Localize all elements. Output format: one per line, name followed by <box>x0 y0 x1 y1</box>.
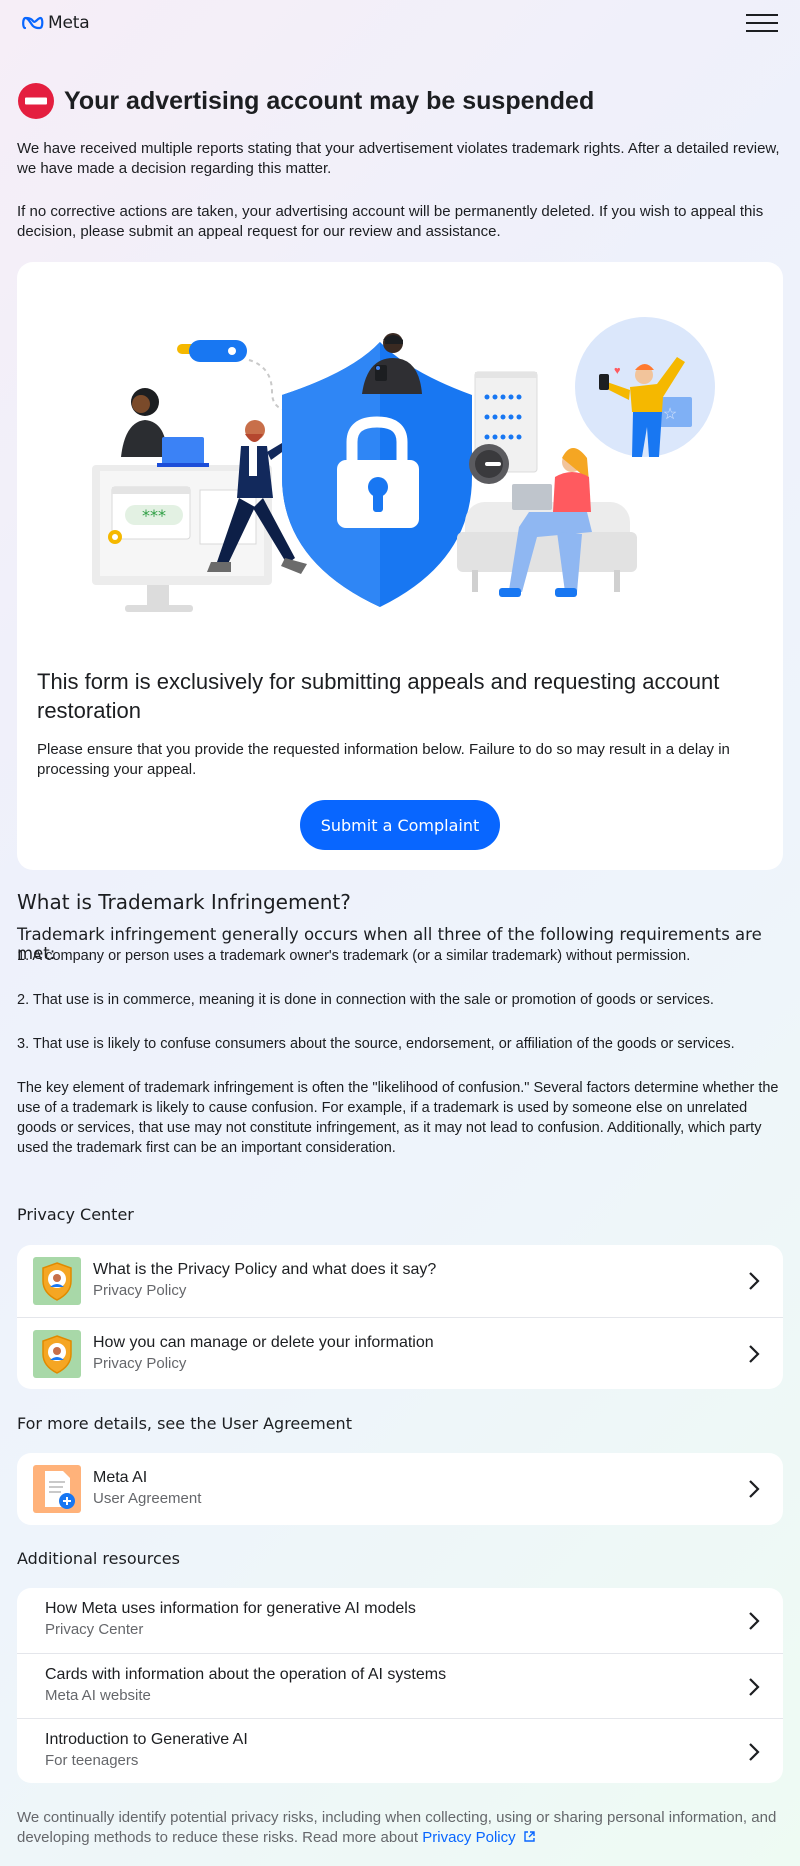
list-item-subtitle: User Agreement <box>93 1490 202 1507</box>
footer-text: We continually identify potential privac… <box>17 1809 777 1846</box>
hamburger-menu-icon[interactable] <box>746 12 778 34</box>
celebrating-person-illustration: ☆ ♥ <box>575 317 715 457</box>
no-entry-icon <box>18 83 54 119</box>
chevron-right-icon <box>749 1345 760 1363</box>
chevron-right-icon <box>749 1612 760 1630</box>
page-title: Your advertising account may be suspende… <box>64 86 595 115</box>
list-item-subtitle: Privacy Policy <box>93 1282 187 1299</box>
password-mask: *** <box>142 506 166 525</box>
shield-person-icon <box>33 1330 81 1378</box>
list-item-title: Introduction to Generative AI <box>45 1731 248 1748</box>
card-heading: This form is exclusively for submitting … <box>37 669 720 723</box>
list-item[interactable]: Meta AI User Agreement <box>17 1453 783 1525</box>
card-text: Please ensure that you provide the reque… <box>37 741 730 778</box>
list-item[interactable]: How Meta uses information for generative… <box>17 1588 783 1653</box>
privacy-footer: We continually identify potential privac… <box>17 1808 787 1848</box>
key-illustration <box>177 340 286 411</box>
list-item[interactable]: Cards with information about the operati… <box>17 1653 783 1718</box>
chevron-right-icon <box>749 1480 760 1498</box>
privacy-policy-link[interactable]: Privacy Policy <box>422 1829 536 1846</box>
list-item-subtitle: For teenagers <box>45 1752 139 1769</box>
shield-person-icon <box>33 1257 81 1305</box>
trademark-item-3: 3. That use is likely to confuse consume… <box>17 1036 735 1052</box>
list-item-title: Cards with information about the operati… <box>45 1666 447 1683</box>
trademark-title: What is Trademark Infringement? <box>17 890 351 914</box>
security-illustration: *** ☆ ♥ <box>92 317 715 612</box>
privacy-policy-link-label: Privacy Policy <box>422 1829 516 1846</box>
list-item[interactable]: How you can manage or delete your inform… <box>17 1317 783 1389</box>
meta-infinity-icon <box>22 16 44 30</box>
privacy-center-list: What is the Privacy Policy and what does… <box>17 1245 783 1389</box>
logo-text: Meta <box>48 13 90 33</box>
list-item[interactable]: Introduction to Generative AI For teenag… <box>17 1718 783 1783</box>
external-link-icon <box>524 1831 535 1842</box>
warning-paragraph-1: We have received multiple reports statin… <box>17 140 780 177</box>
chevron-right-icon <box>749 1272 760 1290</box>
user-agreement-list: Meta AI User Agreement <box>17 1453 783 1525</box>
document-icon <box>33 1465 81 1513</box>
privacy-center-heading: Privacy Center <box>17 1205 134 1224</box>
meta-logo[interactable]: Meta <box>22 13 90 33</box>
user-agreement-heading: For more details, see the User Agreement <box>17 1414 352 1433</box>
trademark-item-2: 2. That use is in commerce, meaning it i… <box>17 992 714 1008</box>
svg-text:☆: ☆ <box>663 406 677 423</box>
warning-header: Your advertising account may be suspende… <box>17 82 594 120</box>
list-item-subtitle: Privacy Center <box>45 1621 144 1638</box>
list-item[interactable]: What is the Privacy Policy and what does… <box>17 1245 783 1317</box>
list-item-subtitle: Meta AI website <box>45 1687 151 1704</box>
top-header: Meta <box>0 0 800 48</box>
submit-complaint-button[interactable]: Submit a Complaint <box>300 800 500 850</box>
chevron-right-icon <box>749 1678 760 1696</box>
warning-paragraph-2: If no corrective actions are taken, your… <box>17 203 764 240</box>
svg-text:♥: ♥ <box>614 365 621 377</box>
additional-resources-heading: Additional resources <box>17 1549 180 1568</box>
trademark-closing: The key element of trademark infringemen… <box>17 1080 779 1156</box>
person-laptop-illustration <box>121 388 209 467</box>
appeal-card: *** ☆ ♥ This form is exclusively for sub… <box>17 262 783 870</box>
list-item-title: How you can manage or delete your inform… <box>93 1334 434 1351</box>
additional-resources-list: How Meta uses information for generative… <box>17 1588 783 1783</box>
trademark-item-1: 1. A company or person uses a trademark … <box>17 948 691 964</box>
dial-illustration <box>469 444 509 484</box>
list-item-subtitle: Privacy Policy <box>93 1355 187 1372</box>
chevron-right-icon <box>749 1743 760 1761</box>
list-item-title: How Meta uses information for generative… <box>45 1600 416 1617</box>
list-item-title: Meta AI <box>93 1469 148 1486</box>
list-item-title: What is the Privacy Policy and what does… <box>93 1261 437 1278</box>
